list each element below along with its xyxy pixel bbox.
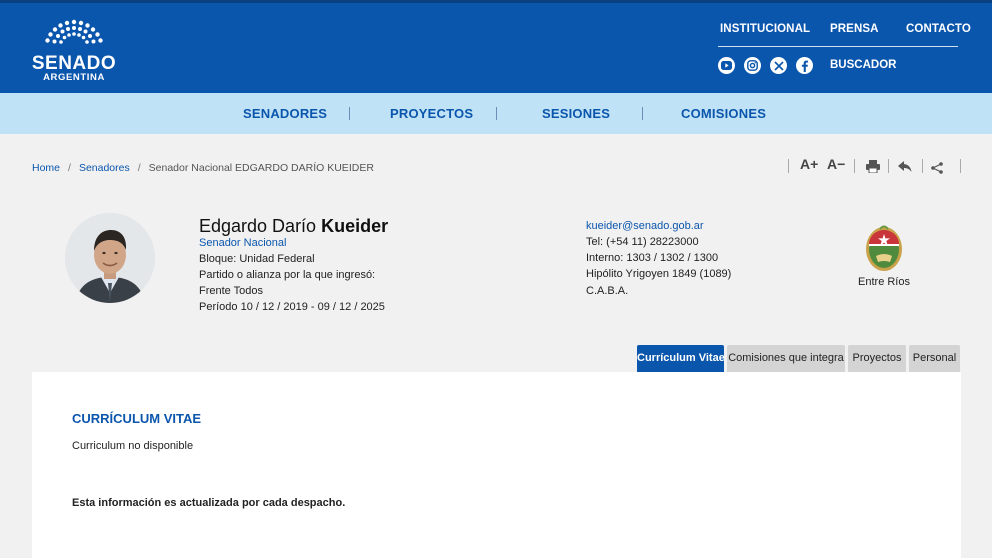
senado-logo[interactable]: SENADO ARGENTINA [30,17,118,83]
tab-curriculum-vitae[interactable]: Currículum Vitae [637,345,725,372]
breadcrumb-senadores[interactable]: Senadores [79,162,130,174]
youtube-icon[interactable] [718,57,735,74]
senator-email-link[interactable]: kueider@senado.gob.ar [586,220,704,232]
buscador-link[interactable]: BUSCADOR [830,59,896,71]
toplink-contacto[interactable]: CONTACTO [906,23,971,35]
nav-divider [349,107,350,120]
senator-bloque: Bloque: Unidad Federal [199,253,315,265]
senator-city: C.A.B.A. [586,285,629,297]
cv-panel: CURRÍCULUM VITAE Curriculum no disponibl… [32,372,961,558]
nav-proyectos[interactable]: PROYECTOS [390,106,473,121]
print-icon[interactable] [866,160,880,176]
senator-first-name: Edgardo Darío [199,216,317,236]
senator-interno: Interno: 1303 / 1302 / 1300 [586,252,719,264]
nav-senadores[interactable]: SENADORES [243,106,327,121]
breadcrumb-current: Senador Nacional EDGARDO DARÍO KUEIDER [148,162,374,174]
senator-periodo: Período 10 / 12 / 2019 - 09 / 12 / 2025 [199,301,385,313]
nav-sesiones[interactable]: SESIONES [542,106,610,121]
senator-tel: Tel: (+54 11) 28223000 [586,236,699,248]
font-increase-button[interactable]: A+ [800,156,818,172]
main-nav: SENADORES PROYECTOS SESIONES COMISIONES [0,93,992,134]
font-decrease-button[interactable]: A− [827,156,845,172]
entre-rios-shield-icon [862,222,906,279]
tools-divider [788,159,789,173]
senator-role: Senador Nacional [199,237,287,249]
senator-last-name: Kueider [321,216,389,236]
facebook-icon[interactable] [796,57,813,74]
back-icon[interactable] [898,160,912,176]
tools-divider [960,159,961,173]
site-header: SENADO ARGENTINA INSTITUCIONAL PRENSA CO… [0,0,992,93]
social-links [718,57,813,74]
tab-proyectos[interactable]: Proyectos [848,345,906,372]
logo-subtitle: ARGENTINA [43,72,105,83]
cv-title: CURRÍCULUM VITAE [72,411,202,426]
cv-note: Esta información es actualizada por cada… [72,497,346,509]
tools-divider [854,159,855,173]
senator-partido-label: Partido o alianza por la que ingresó: [199,269,376,281]
toplink-institucional[interactable]: INSTITUCIONAL [720,23,810,35]
nav-comisiones[interactable]: COMISIONES [681,106,766,121]
tab-personal[interactable]: Personal [909,345,960,372]
tools-divider [922,159,923,173]
senator-address: Hipólito Yrigoyen 1849 (1089) [586,268,732,280]
hemicycle-logo-icon [45,19,103,44]
x-icon[interactable] [770,57,787,74]
nav-divider [496,107,497,120]
share-icon[interactable] [931,161,943,177]
senator-photo [65,213,155,303]
breadcrumb: Home / Senadores / Senador Nacional EDGARDO … [32,162,374,174]
instagram-icon[interactable] [744,57,761,74]
nav-divider [642,107,643,120]
senator-name: Edgardo Darío Kueider [199,216,388,237]
breadcrumb-home[interactable]: Home [32,162,60,174]
toplink-prensa[interactable]: PRENSA [830,23,879,35]
province-name: Entre Ríos [858,276,910,288]
header-divider [718,46,958,47]
tools-divider [888,159,889,173]
cv-text: Curriculum no disponible [72,440,194,452]
senator-partido: Frente Todos [199,285,264,297]
tab-comisiones[interactable]: Comisiones que integra [727,345,845,372]
